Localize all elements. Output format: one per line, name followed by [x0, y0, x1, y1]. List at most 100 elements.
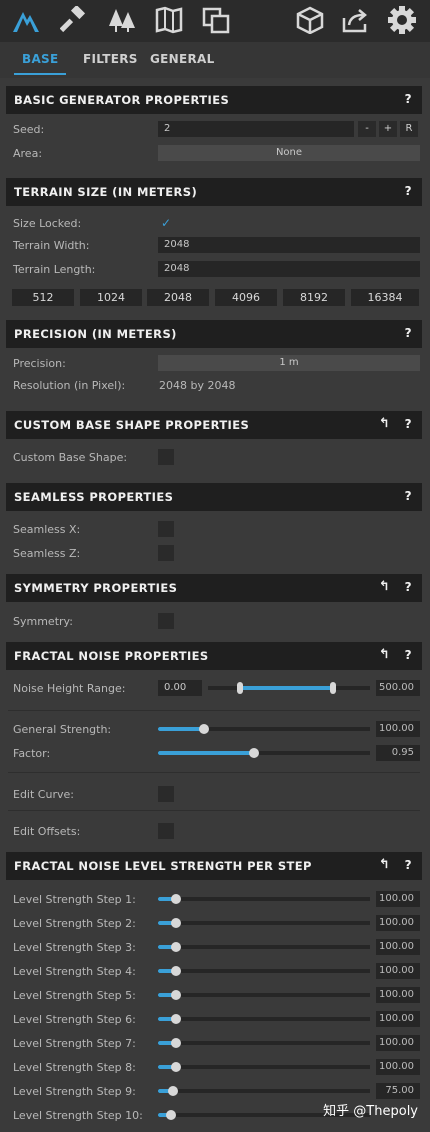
noise-height-range-label: Noise Height Range: [13, 682, 126, 695]
level-strength-track[interactable] [158, 969, 370, 973]
tab-general[interactable]: GENERAL [150, 52, 215, 66]
level-strength-track[interactable] [158, 1017, 370, 1021]
reset-arrow-icon[interactable]: ↰ [379, 857, 390, 872]
area-select[interactable]: None [158, 145, 420, 161]
layers-icon[interactable] [200, 4, 232, 36]
level-strength-track[interactable] [158, 1041, 370, 1045]
size-16384-button[interactable]: 16384 [351, 289, 419, 306]
edit-offsets-label: Edit Offsets: [13, 825, 81, 838]
noise-max-input[interactable]: 500.00 [376, 680, 420, 696]
divider [8, 772, 420, 773]
help-icon[interactable]: ? [405, 489, 412, 503]
level-strength-handle[interactable] [171, 1038, 181, 1048]
help-icon[interactable]: ? [405, 580, 412, 594]
size-8192-button[interactable]: 8192 [283, 289, 345, 306]
level-strength-header[interactable]: FRACTAL NOISE LEVEL STRENGTH PER STEP ↰ … [6, 852, 422, 880]
seamless-header[interactable]: SEAMLESS PROPERTIES ? [6, 483, 422, 511]
mountain-icon[interactable] [10, 4, 42, 36]
level-strength-handle[interactable] [171, 942, 181, 952]
reset-arrow-icon[interactable]: ↰ [379, 579, 390, 594]
level-strength-track[interactable] [158, 945, 370, 949]
level-strength-input[interactable]: 100.00 [376, 963, 420, 979]
general-strength-label: General Strength: [13, 723, 112, 736]
help-icon[interactable]: ? [405, 326, 412, 340]
size-512-button[interactable]: 512 [12, 289, 74, 306]
level-strength-handle[interactable] [171, 1062, 181, 1072]
seamless-z-checkbox[interactable] [158, 545, 174, 561]
tab-filters[interactable]: FILTERS [83, 52, 138, 66]
noise-min-input[interactable]: 0.00 [158, 680, 202, 696]
size-2048-button[interactable]: 2048 [147, 289, 209, 306]
help-icon[interactable]: ? [405, 184, 412, 198]
edit-curve-checkbox[interactable] [158, 786, 174, 802]
trees-icon[interactable] [106, 4, 138, 36]
custom-base-shape-checkbox[interactable] [158, 449, 174, 465]
seamless-x-checkbox[interactable] [158, 521, 174, 537]
edit-offsets-checkbox[interactable] [158, 823, 174, 839]
general-strength-handle[interactable] [199, 724, 209, 734]
terrain-length-input[interactable]: 2048 [158, 261, 420, 277]
terrain-size-header[interactable]: TERRAIN SIZE (IN METERS) ? [6, 178, 422, 206]
reset-arrow-icon[interactable]: ↰ [379, 647, 390, 662]
level-strength-input[interactable]: 100.00 [376, 1035, 420, 1051]
fractal-noise-header[interactable]: FRACTAL NOISE PROPERTIES ↰ ? [6, 642, 422, 670]
seed-random-button[interactable]: R [400, 121, 418, 137]
size-1024-button[interactable]: 1024 [80, 289, 142, 306]
level-strength-handle[interactable] [166, 1110, 176, 1120]
seed-input[interactable]: 2 [158, 121, 354, 137]
level-strength-track[interactable] [158, 1065, 370, 1069]
section-title: FRACTAL NOISE PROPERTIES [14, 649, 209, 663]
hammer-icon[interactable] [58, 4, 90, 36]
level-strength-track[interactable] [158, 993, 370, 997]
level-strength-handle[interactable] [171, 1014, 181, 1024]
factor-handle[interactable] [249, 748, 259, 758]
level-strength-input[interactable]: 100.00 [376, 1059, 420, 1075]
level-strength-input[interactable]: 100.00 [376, 939, 420, 955]
level-strength-input[interactable]: 75.00 [376, 1083, 420, 1099]
level-strength-input[interactable]: 100.00 [376, 891, 420, 907]
help-icon[interactable]: ? [405, 417, 412, 431]
level-strength-input[interactable]: 100.00 [376, 987, 420, 1003]
gear-icon[interactable] [386, 4, 418, 36]
level-strength-handle[interactable] [171, 918, 181, 928]
level-strength-track[interactable] [158, 897, 370, 901]
divider [8, 710, 420, 711]
size-4096-button[interactable]: 4096 [215, 289, 277, 306]
help-icon[interactable]: ? [405, 648, 412, 662]
cube-icon[interactable] [294, 4, 326, 36]
area-label: Area: [13, 147, 43, 160]
level-strength-label: Level Strength Step 3: [13, 941, 136, 954]
level-strength-track[interactable] [158, 1089, 370, 1093]
seed-decrement-button[interactable]: - [358, 121, 376, 137]
factor-input[interactable]: 0.95 [376, 745, 420, 761]
section-title: SEAMLESS PROPERTIES [14, 490, 174, 504]
symmetry-header[interactable]: SYMMETRY PROPERTIES ↰ ? [6, 574, 422, 602]
reset-arrow-icon[interactable]: ↰ [379, 416, 390, 431]
resolution-label: Resolution (in Pixel): [13, 379, 126, 392]
help-icon[interactable]: ? [405, 858, 412, 872]
level-strength-handle[interactable] [168, 1086, 178, 1096]
noise-range-max-handle[interactable] [330, 682, 336, 694]
seed-increment-button[interactable]: + [379, 121, 397, 137]
precision-header[interactable]: PRECISION (IN METERS) ? [6, 320, 422, 348]
level-strength-label: Level Strength Step 7: [13, 1037, 136, 1050]
level-strength-handle[interactable] [171, 894, 181, 904]
level-strength-input[interactable]: 100.00 [376, 1011, 420, 1027]
level-strength-label: Level Strength Step 10: [13, 1109, 143, 1122]
general-strength-input[interactable]: 100.00 [376, 721, 420, 737]
level-strength-track[interactable] [158, 921, 370, 925]
help-icon[interactable]: ? [405, 92, 412, 106]
basic-generator-header[interactable]: BASIC GENERATOR PROPERTIES ? [6, 86, 422, 114]
level-strength-input[interactable]: 100.00 [376, 915, 420, 931]
size-locked-checkbox[interactable]: ✓ [158, 215, 174, 231]
noise-range-min-handle[interactable] [237, 682, 243, 694]
terrain-width-input[interactable]: 2048 [158, 237, 420, 253]
level-strength-handle[interactable] [171, 990, 181, 1000]
symmetry-checkbox[interactable] [158, 613, 174, 629]
precision-select[interactable]: 1 m [158, 355, 420, 371]
map-icon[interactable] [153, 4, 185, 36]
share-icon[interactable] [340, 4, 372, 36]
tab-base[interactable]: BASE [22, 52, 58, 66]
custom-base-shape-header[interactable]: CUSTOM BASE SHAPE PROPERTIES ↰ ? [6, 411, 422, 439]
level-strength-handle[interactable] [171, 966, 181, 976]
